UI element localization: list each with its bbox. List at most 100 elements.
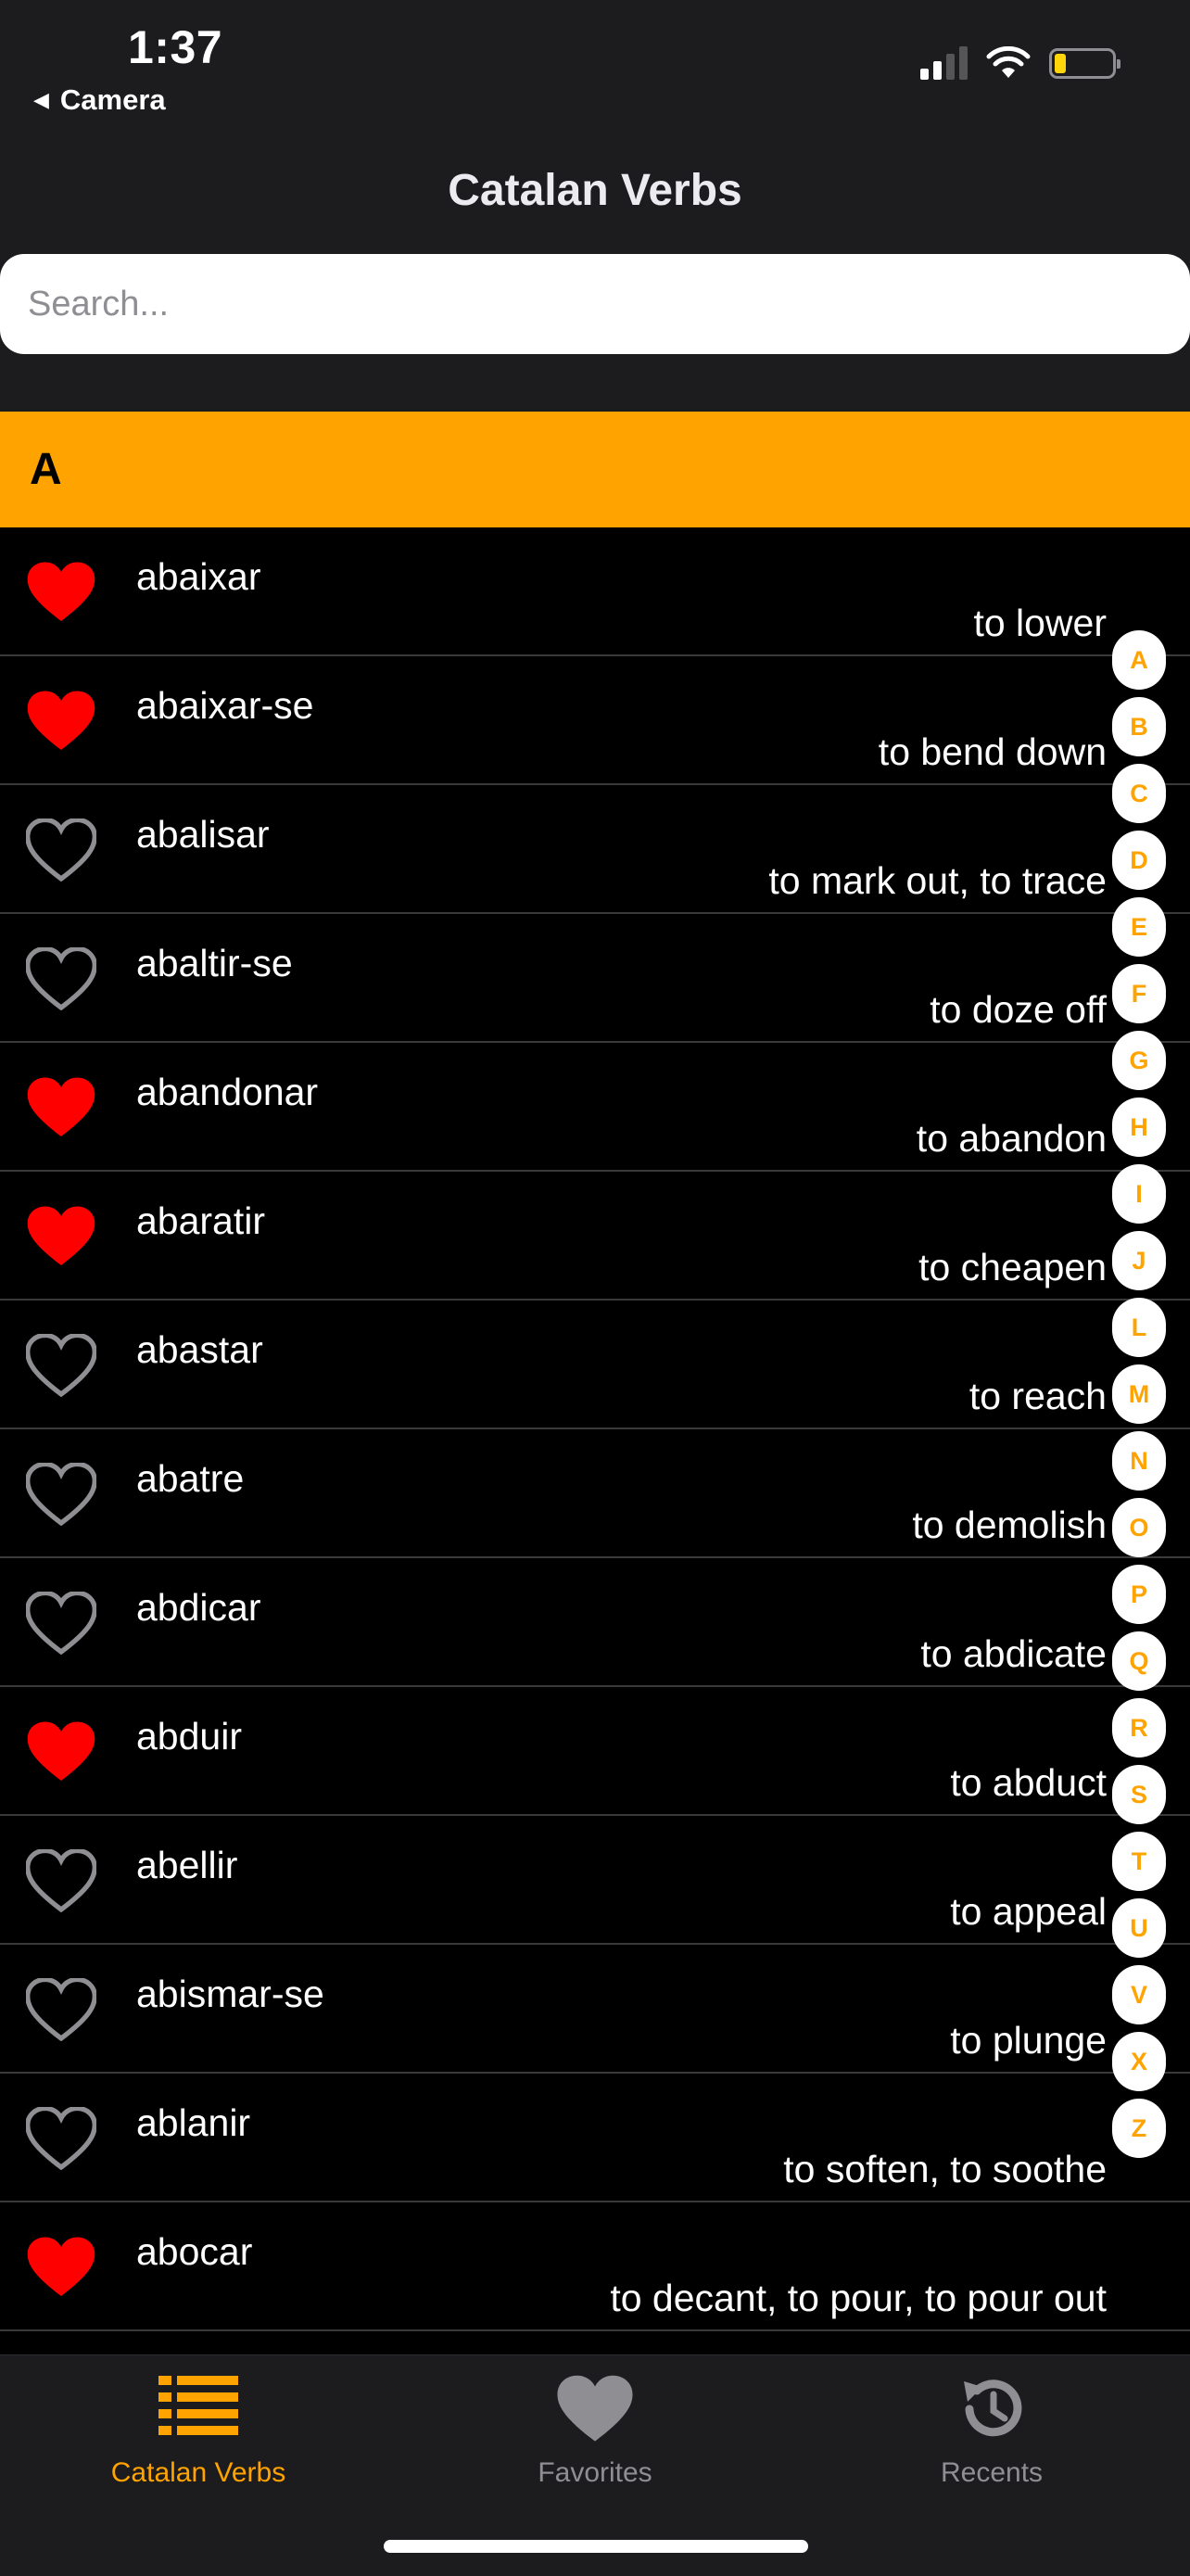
index-letter[interactable]: O	[1112, 1498, 1166, 1557]
back-to-camera-link[interactable]: ◀ Camera	[33, 83, 166, 117]
verb-row[interactable]: abismar-se to plunge	[0, 1945, 1190, 2074]
verb-row[interactable]: abaratir to cheapen	[0, 1172, 1190, 1301]
heart-filled-icon[interactable]	[26, 1720, 96, 1783]
verb-meaning: to plunge	[950, 2019, 1107, 2062]
verb-meaning: to decant, to pour, to pour out	[610, 2277, 1107, 2319]
heart-outline-icon[interactable]	[26, 2107, 96, 2170]
tab-label-favorites: Favorites	[538, 2457, 652, 2488]
verb-name: abaratir	[136, 1199, 266, 1242]
verb-row[interactable]: abalisar to mark out, to trace	[0, 785, 1190, 914]
heart-filled-icon[interactable]	[26, 690, 96, 753]
index-letter[interactable]: I	[1112, 1164, 1166, 1224]
heart-outline-icon[interactable]	[26, 1849, 96, 1912]
section-letter: A	[30, 445, 62, 494]
verb-name: abocar	[136, 2230, 253, 2273]
verb-row[interactable]: abaixar-se to bend down	[0, 656, 1190, 785]
verb-name: ablanir	[136, 2101, 251, 2144]
verb-meaning: to demolish	[912, 1504, 1107, 1546]
verb-meaning: to doze off	[930, 988, 1107, 1031]
verb-row[interactable]: abatre to demolish	[0, 1429, 1190, 1558]
heart-outline-icon[interactable]	[26, 947, 96, 1010]
heart-outline-icon[interactable]	[26, 1463, 96, 1526]
verb-meaning: to appeal	[950, 1890, 1107, 1933]
header-area: 1:37 ◀ Camera Catalan Verbs	[0, 0, 1190, 412]
index-letter[interactable]: G	[1112, 1031, 1166, 1090]
verb-name: abellir	[136, 1844, 238, 1886]
index-letter[interactable]: T	[1112, 1832, 1166, 1891]
verb-row[interactable]: abocar to decant, to pour, to pour out	[0, 2202, 1190, 2331]
heart-outline-icon[interactable]	[26, 1334, 96, 1397]
verb-row[interactable]: abastar to reach	[0, 1301, 1190, 1429]
tab-label-recents: Recents	[940, 2457, 1044, 2488]
index-letter[interactable]: A	[1112, 630, 1166, 690]
tab-label-catalan-verbs: Catalan Verbs	[110, 2457, 286, 2488]
home-indicator	[384, 2540, 808, 2553]
index-letter[interactable]: J	[1112, 1231, 1166, 1290]
verb-meaning: to abdicate	[920, 1632, 1107, 1675]
section-header-a: A	[0, 412, 1190, 527]
verb-list: abaixar to lower abaixar-se to bend down aba…	[0, 527, 1190, 2331]
index-letter[interactable]: B	[1112, 697, 1166, 756]
verb-meaning: to cheapen	[918, 1246, 1107, 1288]
index-letter[interactable]: N	[1112, 1431, 1166, 1491]
index-letter[interactable]: H	[1112, 1098, 1166, 1157]
verb-row[interactable]: ablanir to soften, to soothe	[0, 2074, 1190, 2202]
verb-row[interactable]: abaixar to lower	[0, 527, 1190, 656]
verb-name: abduir	[136, 1715, 242, 1758]
index-letter[interactable]: U	[1112, 1898, 1166, 1958]
verb-row[interactable]: abduir to abduct	[0, 1687, 1190, 1816]
heart-filled-icon[interactable]	[26, 1076, 96, 1139]
heart-outline-icon[interactable]	[26, 818, 96, 882]
heart-icon	[557, 2375, 633, 2442]
index-letter[interactable]: R	[1112, 1698, 1166, 1758]
verb-name: abaixar-se	[136, 684, 314, 727]
verb-row[interactable]: abellir to appeal	[0, 1816, 1190, 1945]
verb-meaning: to abandon	[916, 1117, 1107, 1160]
back-app-label: Camera	[59, 83, 166, 116]
verb-name: abaixar	[136, 555, 261, 598]
heart-outline-icon[interactable]	[26, 1592, 96, 1655]
status-time: 1:37	[128, 21, 223, 73]
index-letter[interactable]: C	[1112, 764, 1166, 823]
verb-row[interactable]: abaltir-se to doze off	[0, 914, 1190, 1043]
index-letter[interactable]: P	[1112, 1565, 1166, 1624]
verb-name: abaltir-se	[136, 942, 293, 984]
index-letter[interactable]: E	[1112, 897, 1166, 957]
verb-name: abalisar	[136, 813, 270, 856]
search-input[interactable]	[0, 254, 1190, 354]
verb-name: abismar-se	[136, 1973, 324, 2015]
verb-name: abdicar	[136, 1586, 261, 1629]
index-letter[interactable]: D	[1112, 831, 1166, 890]
index-letter[interactable]: X	[1112, 2032, 1166, 2091]
index-letter[interactable]: V	[1112, 1965, 1166, 2024]
heart-filled-icon[interactable]	[26, 2236, 96, 2299]
index-letter[interactable]: F	[1112, 964, 1166, 1023]
page-title: Catalan Verbs	[448, 166, 742, 215]
wifi-icon	[986, 46, 1031, 78]
tab-recents[interactable]: Recents	[793, 2355, 1190, 2504]
index-letter[interactable]: M	[1112, 1364, 1166, 1424]
index-letter[interactable]: Q	[1112, 1631, 1166, 1691]
verb-row[interactable]: abdicar to abdicate	[0, 1558, 1190, 1687]
verb-meaning: to abduct	[950, 1761, 1107, 1804]
verb-name: abandonar	[136, 1071, 319, 1113]
heart-filled-icon[interactable]	[26, 561, 96, 624]
verb-name: abastar	[136, 1328, 263, 1371]
tab-favorites[interactable]: Favorites	[397, 2355, 793, 2504]
verb-meaning: to reach	[968, 1375, 1107, 1417]
list-icon	[158, 2376, 238, 2435]
index-letter[interactable]: L	[1112, 1298, 1166, 1357]
verb-meaning: to soften, to soothe	[783, 2148, 1107, 2190]
verb-row[interactable]: abandonar to abandon	[0, 1043, 1190, 1172]
status-icons	[920, 46, 1120, 80]
heart-filled-icon[interactable]	[26, 1205, 96, 1268]
heart-outline-icon[interactable]	[26, 1978, 96, 2041]
index-letter[interactable]: Z	[1112, 2099, 1166, 2158]
tab-catalan-verbs[interactable]: Catalan Verbs	[0, 2355, 397, 2504]
verb-meaning: to mark out, to trace	[768, 859, 1107, 902]
index-letter[interactable]: S	[1112, 1765, 1166, 1824]
verb-name: abatre	[136, 1457, 245, 1500]
verb-meaning: to lower	[973, 602, 1107, 644]
cellular-signal-icon	[920, 46, 968, 80]
battery-icon	[1049, 47, 1120, 79]
